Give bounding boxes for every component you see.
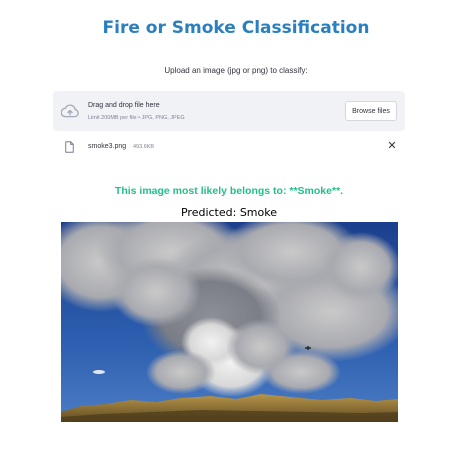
browse-files-button[interactable]: Browse files <box>345 101 397 121</box>
close-icon[interactable]: ✕ <box>386 140 398 152</box>
uploaded-file: smoke3.png 493.6KB ✕ <box>62 138 400 156</box>
file-size: 493.6KB <box>133 144 155 150</box>
page-title: Fire or Smoke Classification <box>102 18 370 38</box>
file-dropzone[interactable]: Drag and drop file here Limit 200MB per … <box>53 91 405 131</box>
predicted-label: Predicted: Smoke <box>180 206 277 219</box>
upload-label: Upload an image (jpg or png) to classify… <box>164 66 308 75</box>
cloud-upload-icon <box>61 104 79 118</box>
page: Fire or Smoke Classification Upload an i… <box>0 0 472 462</box>
dropzone-title: Drag and drop file here <box>88 102 160 109</box>
dropzone-limit: Limit 200MB per file • JPG, PNG, JPEG <box>88 115 185 121</box>
file-name: smoke3.png <box>88 143 127 150</box>
classification-result: This image most likely belongs to: **Smo… <box>114 185 344 197</box>
smoke-photo <box>61 222 398 422</box>
classified-image <box>61 222 398 422</box>
file-icon <box>65 141 74 153</box>
